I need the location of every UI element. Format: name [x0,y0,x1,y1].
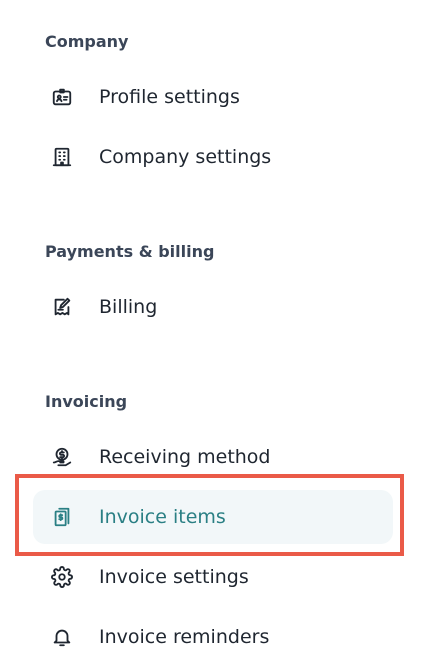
nav-item-label: Profile settings [99,86,240,108]
section-heading-company: Company [45,32,129,51]
nav-item-label: Invoice settings [99,566,249,588]
nav-item-label: Company settings [99,146,272,168]
nav-item-label: Receiving method [99,446,271,468]
gear-icon [50,565,74,589]
hand-coin-icon [50,445,74,469]
nav-item-invoice-items[interactable]: Invoice items [33,490,393,544]
id-card-icon [50,85,74,109]
bell-icon [50,625,74,649]
nav-item-profile-settings[interactable]: Profile settings [33,70,393,124]
receipt-edit-icon [50,295,74,319]
nav-item-label: Invoice items [99,506,226,528]
invoice-dollar-icon [50,505,74,529]
nav-item-label: Billing [99,296,158,318]
nav-item-invoice-settings[interactable]: Invoice settings [33,550,393,604]
nav-item-company-settings[interactable]: Company settings [33,130,393,184]
nav-item-receiving-method[interactable]: Receiving method [33,430,393,484]
section-heading-invoicing: Invoicing [45,392,128,411]
settings-sidebar-nav: Company Profile settings Company setting… [0,0,421,664]
nav-item-label: Invoice reminders [99,626,270,648]
nav-item-invoice-reminders[interactable]: Invoice reminders [33,610,393,664]
section-heading-payments-billing: Payments & billing [45,242,215,261]
nav-item-billing[interactable]: Billing [33,280,393,334]
building-icon [50,145,74,169]
